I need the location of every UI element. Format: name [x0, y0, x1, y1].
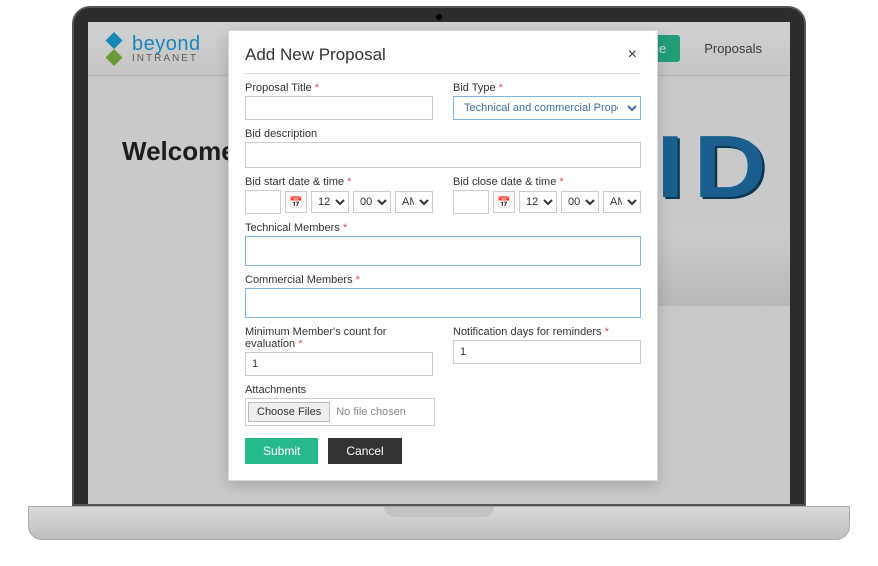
- close-icon[interactable]: ×: [624, 46, 641, 64]
- submit-button[interactable]: Submit: [245, 438, 318, 464]
- commercial-members-label: Commercial Members *: [245, 274, 641, 286]
- technical-members-label: Technical Members *: [245, 222, 641, 234]
- required-marker: *: [343, 222, 347, 234]
- required-marker: *: [315, 82, 319, 94]
- required-marker: *: [356, 274, 360, 286]
- laptop-base: [28, 506, 850, 540]
- screen: beyond INTRANET Home Proposals Welcome t…: [88, 22, 790, 504]
- required-marker: *: [298, 338, 302, 350]
- cancel-button[interactable]: Cancel: [328, 438, 401, 464]
- bid-start-ampm-select[interactable]: AM: [395, 191, 433, 213]
- commercial-members-input[interactable]: [245, 288, 641, 318]
- proposal-title-input[interactable]: [245, 96, 433, 120]
- bid-close-hour-select[interactable]: 12: [519, 191, 557, 213]
- bid-start-hour-select[interactable]: 12: [311, 191, 349, 213]
- bid-start-datetime: 📅 12 00 AM: [245, 190, 433, 214]
- bid-close-label: Bid close date & time *: [453, 176, 641, 188]
- required-marker: *: [499, 82, 503, 94]
- bid-close-datetime: 📅 12 00 AM: [453, 190, 641, 214]
- notification-days-label: Notification days for reminders *: [453, 326, 641, 338]
- modal-actions: Submit Cancel: [245, 438, 641, 464]
- bid-description-label: Bid description: [245, 128, 641, 140]
- bid-start-date-input[interactable]: [245, 190, 281, 214]
- bid-type-select[interactable]: Technical and commercial Proposal separa…: [453, 96, 641, 120]
- required-marker: *: [559, 176, 563, 188]
- choose-files-button[interactable]: Choose Files: [248, 402, 330, 422]
- bid-start-label: Bid start date & time *: [245, 176, 433, 188]
- min-count-label: Minimum Member's count for evaluation *: [245, 326, 433, 350]
- bid-close-minute-select[interactable]: 00: [561, 191, 599, 213]
- file-status-text: No file chosen: [336, 406, 406, 418]
- calendar-icon[interactable]: 📅: [285, 191, 307, 213]
- required-marker: *: [605, 326, 609, 338]
- add-proposal-modal: Add New Proposal × Proposal Title * Bid …: [228, 30, 658, 481]
- attachments-label: Attachments: [245, 384, 641, 396]
- bid-start-minute-select[interactable]: 00: [353, 191, 391, 213]
- proposal-title-label: Proposal Title *: [245, 82, 433, 94]
- bid-close-ampm-select[interactable]: AM: [603, 191, 641, 213]
- camera-dot: [436, 14, 442, 20]
- laptop-frame: beyond INTRANET Home Proposals Welcome t…: [72, 6, 806, 506]
- notification-days-input[interactable]: [453, 340, 641, 364]
- modal-header: Add New Proposal ×: [245, 45, 641, 74]
- laptop-notch: [384, 507, 494, 517]
- bid-type-label: Bid Type *: [453, 82, 641, 94]
- required-marker: *: [347, 176, 351, 188]
- bid-description-input[interactable]: [245, 142, 641, 168]
- technical-members-input[interactable]: [245, 236, 641, 266]
- bid-close-date-input[interactable]: [453, 190, 489, 214]
- file-chooser[interactable]: Choose Files No file chosen: [245, 398, 435, 426]
- min-count-input[interactable]: [245, 352, 433, 376]
- modal-title-text: Add New Proposal: [245, 45, 386, 65]
- calendar-icon[interactable]: 📅: [493, 191, 515, 213]
